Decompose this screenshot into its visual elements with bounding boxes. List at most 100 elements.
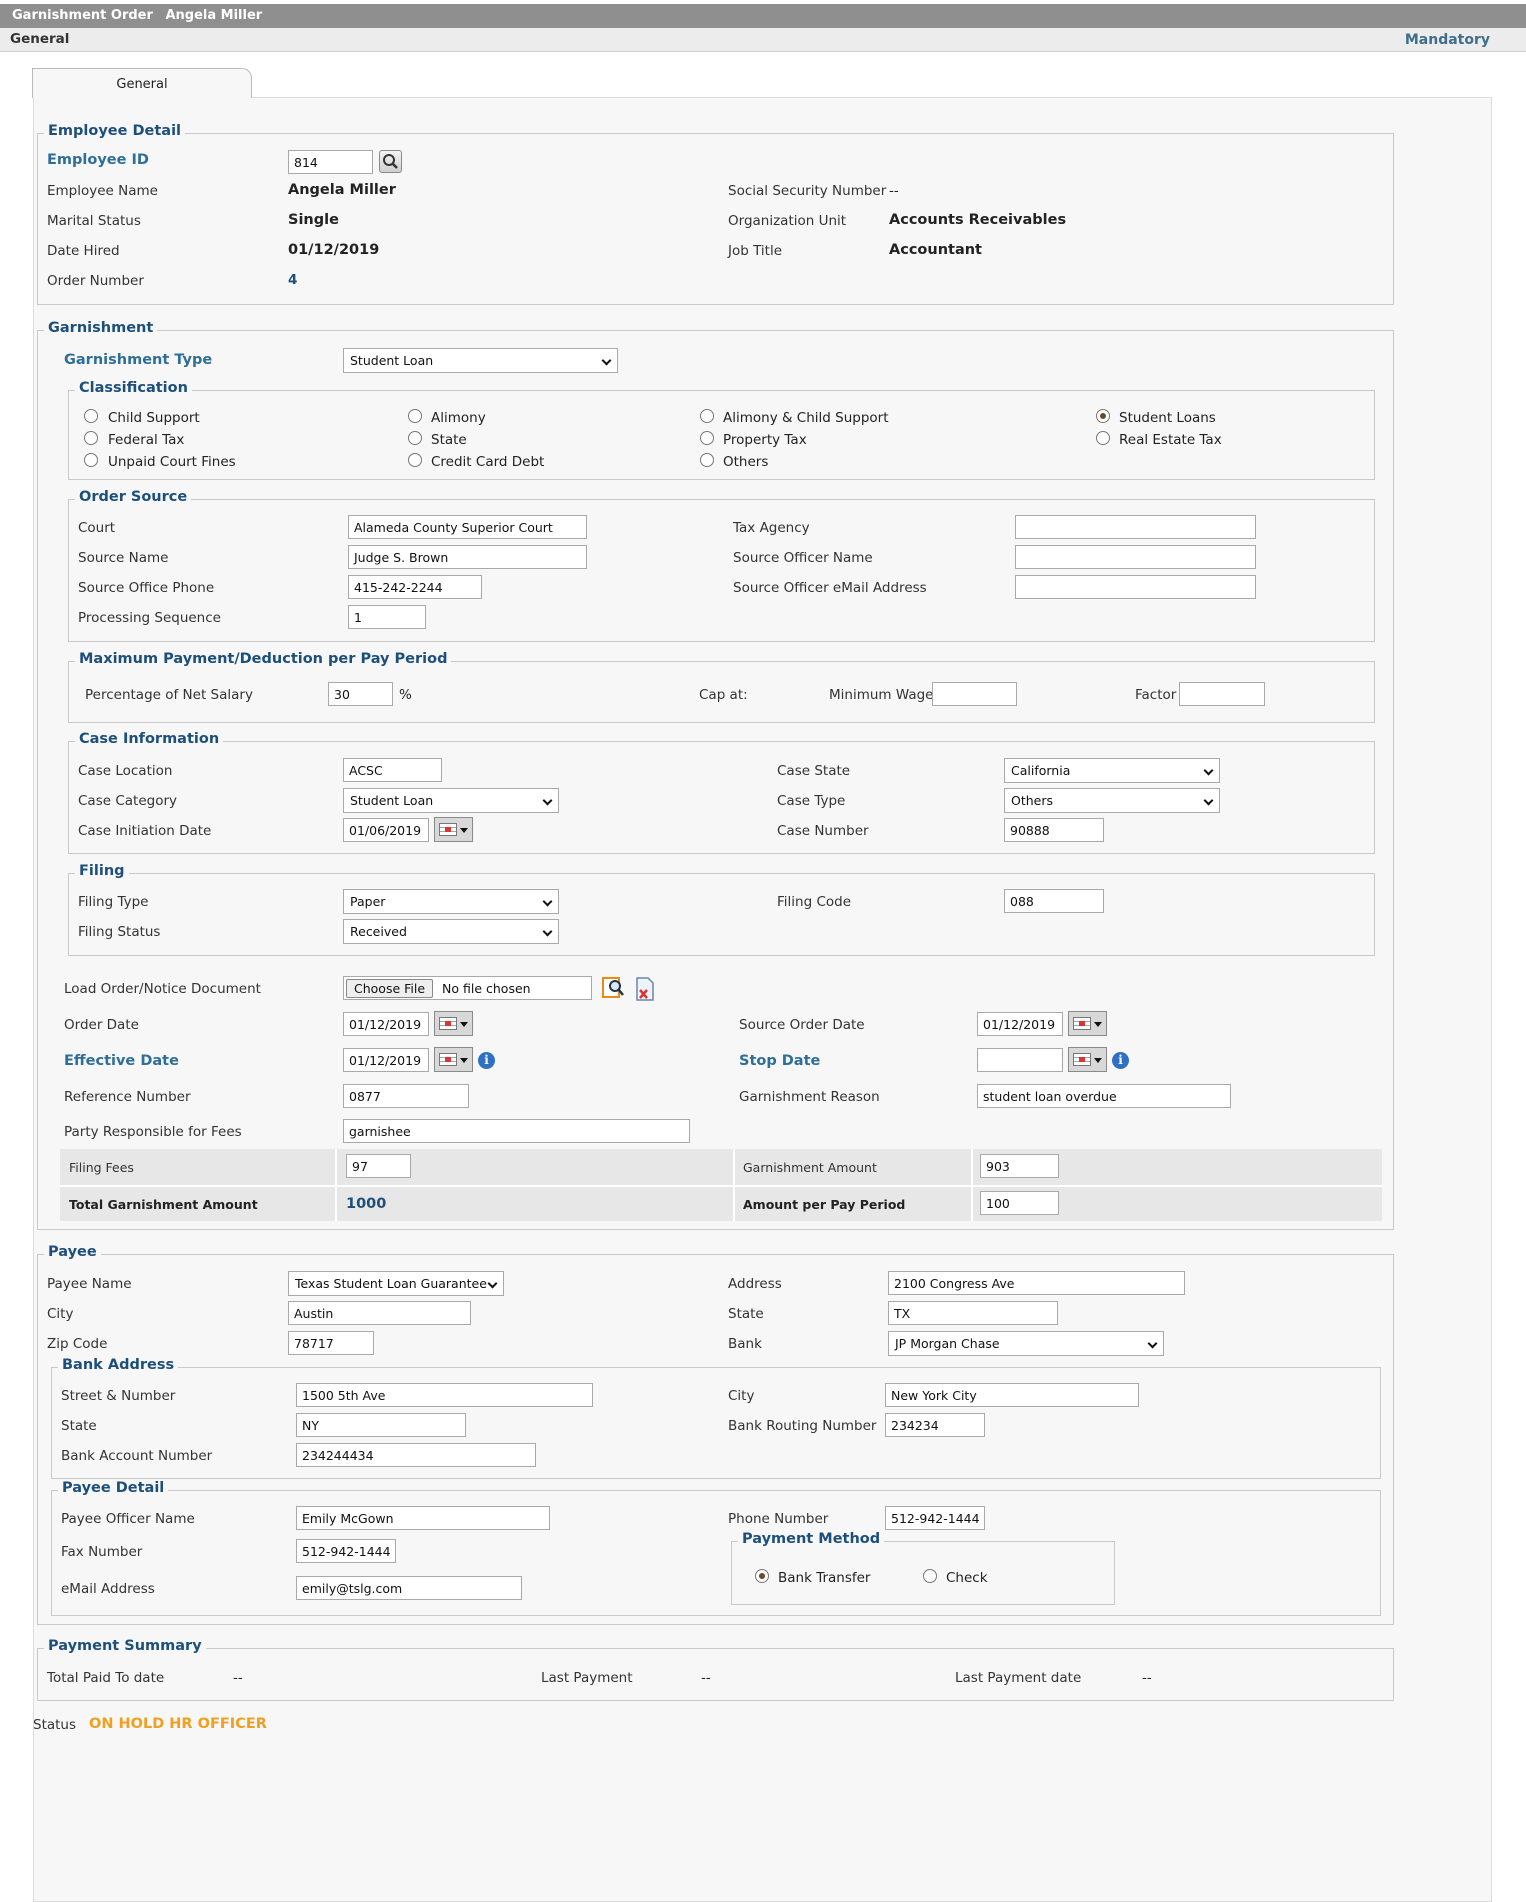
radio-unpaid-court-fines[interactable]	[84, 453, 98, 467]
source-order-date-calendar-button[interactable]	[1068, 1011, 1107, 1036]
bank-state-input[interactable]: NY	[296, 1413, 466, 1437]
total-paid-label: Total Paid To date	[47, 1670, 165, 1686]
case-initiation-calendar-button[interactable]	[434, 817, 473, 842]
radio-property-tax[interactable]	[700, 431, 714, 445]
payee-bank-value: JP Morgan Chase	[895, 1336, 1000, 1351]
menu-general[interactable]: General	[10, 31, 69, 47]
payee-city-input[interactable]: Austin	[288, 1301, 471, 1325]
calendar-icon	[439, 1017, 457, 1030]
payee-address-input[interactable]: 2100 Congress Ave	[888, 1271, 1185, 1295]
payee-officer-label: Payee Officer Name	[61, 1511, 195, 1527]
case-type-select[interactable]: Others	[1004, 788, 1220, 813]
radio-credit-card-debt[interactable]	[408, 453, 422, 467]
case-number-input[interactable]: 90888	[1004, 818, 1104, 842]
case-category-select[interactable]: Student Loan	[343, 788, 559, 813]
radio-real-estate-tax[interactable]	[1096, 431, 1110, 445]
radio-alimony[interactable]	[408, 409, 422, 423]
payee-fax-input[interactable]: 512-942-1444	[296, 1539, 396, 1563]
effective-date-input[interactable]: 01/12/2019	[343, 1048, 429, 1072]
tab-general[interactable]: General	[32, 68, 252, 98]
garnishment-type-select[interactable]: Student Loan	[343, 348, 618, 373]
payee-phone-input[interactable]: 512-942-1444	[885, 1506, 985, 1530]
last-payment-date-label: Last Payment date	[955, 1670, 1082, 1686]
delete-document-icon[interactable]	[633, 976, 657, 1002]
last-payment-value: --	[701, 1670, 711, 1686]
payee-name-select[interactable]: Texas Student Loan Guarantee	[288, 1271, 504, 1296]
tax-agency-input[interactable]	[1015, 515, 1256, 539]
filing-fees-input[interactable]: 97	[346, 1154, 411, 1178]
minimum-wage-input[interactable]	[932, 682, 1017, 706]
stop-date-info-icon[interactable]: i	[1112, 1052, 1129, 1069]
chevron-down-icon	[1147, 1338, 1158, 1349]
radio-child-support[interactable]	[84, 409, 98, 423]
order-date-input[interactable]: 01/12/2019	[343, 1012, 429, 1036]
mandatory-link[interactable]: Mandatory	[1405, 32, 1490, 48]
garnishment-amount-input[interactable]: 903	[980, 1154, 1059, 1178]
effective-date-calendar-button[interactable]	[434, 1047, 473, 1072]
radio-others[interactable]	[700, 453, 714, 467]
bank-account-input[interactable]: 234244434	[296, 1443, 536, 1467]
source-officer-email-input[interactable]	[1015, 575, 1256, 599]
garnishment-reason-input[interactable]: student loan overdue	[977, 1084, 1231, 1108]
payee-phone-label: Phone Number	[728, 1511, 829, 1527]
document-file-input[interactable]: Choose File No file chosen	[343, 976, 592, 1000]
radio-student-loans[interactable]	[1096, 409, 1110, 423]
payee-bank-select[interactable]: JP Morgan Chase	[888, 1331, 1164, 1356]
pct-net-salary-input[interactable]: 30	[328, 682, 393, 706]
processing-sequence-input[interactable]: 1	[348, 605, 426, 629]
choose-file-button[interactable]: Choose File	[346, 979, 434, 998]
source-name-label: Source Name	[78, 550, 169, 566]
radio-check[interactable]	[923, 1569, 937, 1583]
stop-date-input[interactable]	[977, 1048, 1063, 1072]
chevron-down-icon	[487, 1278, 498, 1289]
effective-date-info-icon[interactable]: i	[478, 1052, 495, 1069]
bank-city-label: City	[728, 1388, 755, 1404]
bank-city-input[interactable]: New York City	[885, 1383, 1139, 1407]
radio-state[interactable]	[408, 431, 422, 445]
source-officer-name-input[interactable]	[1015, 545, 1256, 569]
radio-federal-tax[interactable]	[84, 431, 98, 445]
payee-zip-input[interactable]: 78717	[288, 1331, 374, 1355]
marital-status-label: Marital Status	[47, 213, 141, 229]
source-office-phone-input[interactable]: 415-242-2244	[348, 575, 482, 599]
stop-date-calendar-button[interactable]	[1068, 1047, 1107, 1072]
minimum-wage-label: Minimum Wage	[829, 687, 934, 703]
case-state-select[interactable]: California	[1004, 758, 1220, 783]
filing-section: Filing	[68, 863, 1375, 956]
order-number-value: 4	[288, 272, 298, 288]
radio-bank-transfer[interactable]	[755, 1569, 769, 1583]
source-name-input[interactable]: Judge S. Brown	[348, 545, 587, 569]
bank-routing-input[interactable]: 234234	[885, 1413, 985, 1437]
amount-per-period-input[interactable]: 100	[980, 1191, 1059, 1215]
case-location-input[interactable]: ACSC	[343, 758, 442, 782]
employee-detail-section: Employee Detail	[37, 123, 1394, 305]
payee-email-input[interactable]: emily@tslg.com	[296, 1576, 522, 1600]
calendar-icon	[1073, 1053, 1091, 1066]
filing-status-select[interactable]: Received	[343, 919, 559, 944]
payee-officer-input[interactable]: Emily McGown	[296, 1506, 550, 1530]
court-input[interactable]: Alameda County Superior Court	[348, 515, 587, 539]
order-date-label: Order Date	[64, 1017, 139, 1033]
option-student-loans: Student Loans	[1119, 410, 1216, 426]
caret-down-icon	[460, 828, 468, 833]
case-information-legend: Case Information	[75, 731, 224, 747]
caret-down-icon	[460, 1022, 468, 1027]
source-order-date-input[interactable]: 01/12/2019	[977, 1012, 1063, 1036]
employee-id-input[interactable]: 814	[288, 150, 373, 174]
bank-street-input[interactable]: 1500 5th Ave	[296, 1383, 593, 1407]
payee-state-input[interactable]: TX	[888, 1301, 1058, 1325]
party-responsible-input[interactable]: garnishee	[343, 1119, 690, 1143]
bank-routing-label: Bank Routing Number	[728, 1418, 877, 1434]
radio-alimony-child-support[interactable]	[700, 409, 714, 423]
status-badge: ON HOLD HR OFFICER	[89, 1716, 267, 1732]
factor-input[interactable]	[1179, 682, 1265, 706]
reference-number-input[interactable]: 0877	[343, 1084, 469, 1108]
filing-type-select[interactable]: Paper	[343, 889, 559, 914]
source-officer-email-label: Source Officer eMail Address	[733, 580, 927, 596]
preview-document-icon[interactable]	[600, 975, 626, 1001]
filing-code-input[interactable]: 088	[1004, 889, 1104, 913]
order-date-calendar-button[interactable]	[434, 1011, 473, 1036]
employee-search-button[interactable]	[379, 150, 402, 173]
case-initiation-date-input[interactable]: 01/06/2019	[343, 818, 429, 842]
payment-method-legend: Payment Method	[738, 1531, 885, 1547]
